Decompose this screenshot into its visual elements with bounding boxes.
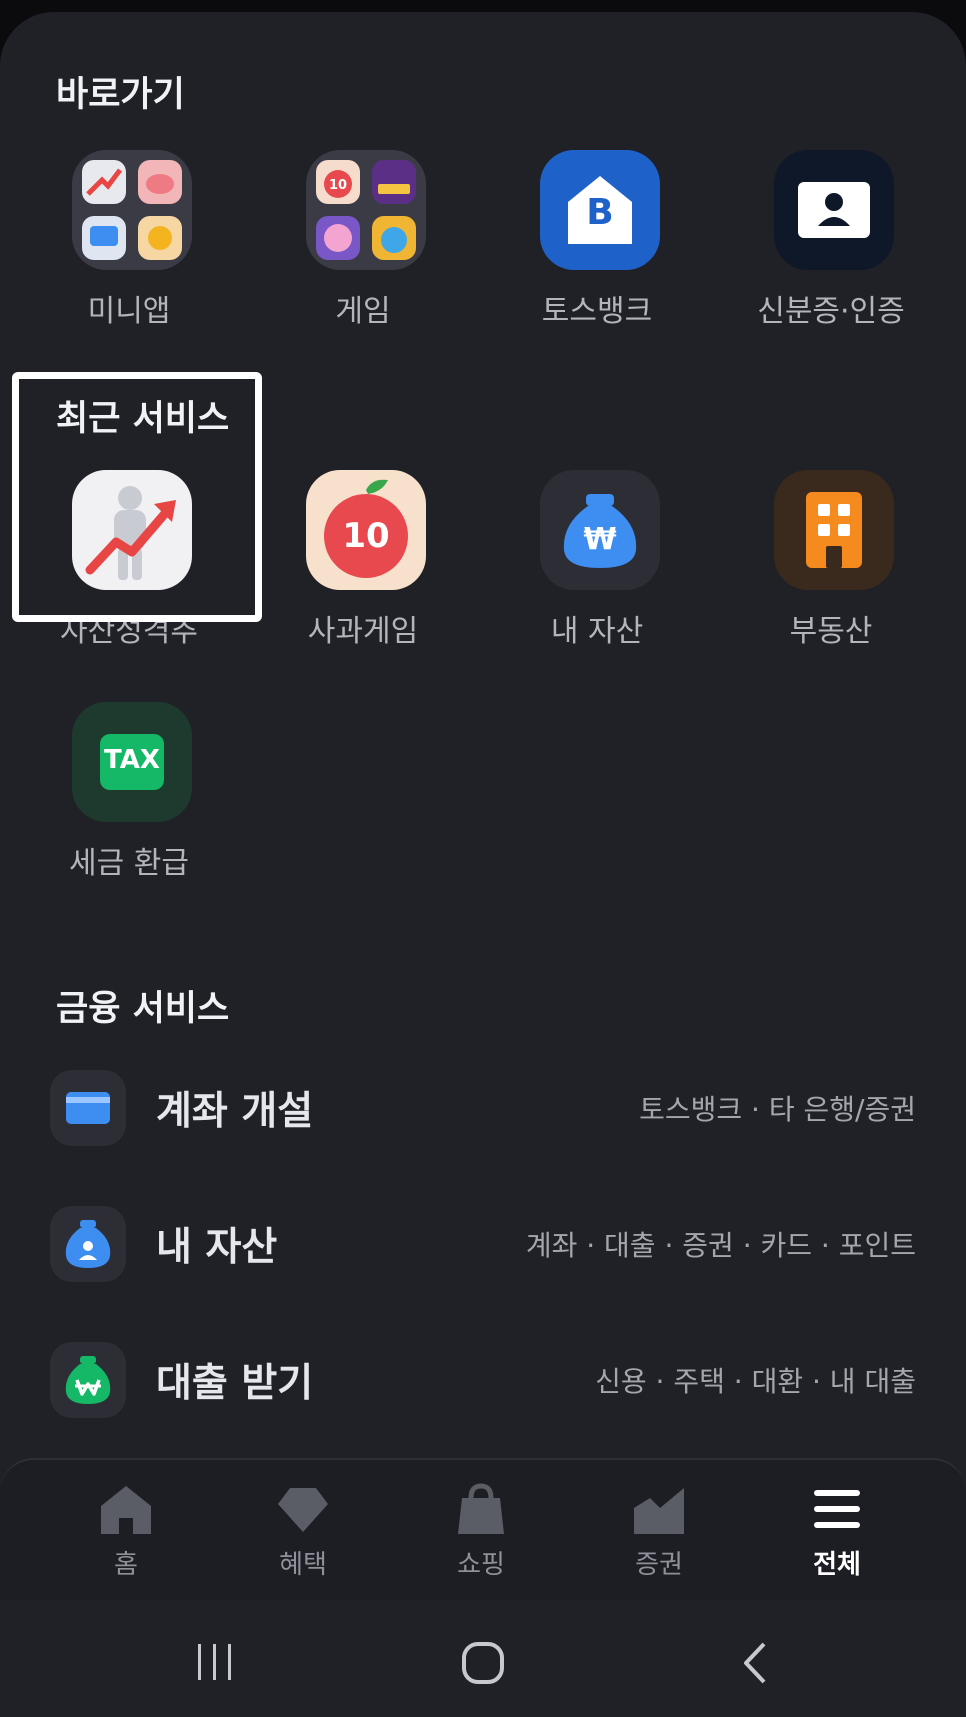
back-button[interactable] [736, 1638, 776, 1688]
recent-label: 사과게임 [307, 614, 419, 649]
selection-highlight [12, 372, 262, 622]
recent-label: 부동산 [789, 614, 873, 649]
game-folder-icon: 10 [306, 150, 426, 270]
id-card-icon [774, 150, 894, 270]
finance-item-account-opening[interactable]: 계좌 개설 토스뱅크 · 타 은행/증권 [0, 1062, 966, 1162]
svg-text:10: 10 [329, 178, 347, 193]
finance-item-my-assets[interactable]: 내 자산 계좌 · 대출 · 증권 · 카드 · 포인트 [0, 1198, 966, 1298]
shortcut-toss-bank[interactable]: B 토스뱅크 [480, 150, 714, 350]
finance-item-subtitle: 신용 · 주택 · 대환 · 내 대출 [595, 1365, 916, 1398]
home-button[interactable] [458, 1638, 508, 1688]
chart-icon [632, 1482, 686, 1536]
tab-label: 홈 [114, 1550, 138, 1580]
finance-item-loan[interactable]: 대출 받기 신용 · 주택 · 대환 · 내 대출 [0, 1334, 966, 1434]
finance-item-title: 계좌 개설 [156, 1089, 314, 1134]
bottom-tab-bar: 홈 혜택 쇼핑 증권 전체 [0, 1458, 966, 1600]
tab-label: 혜택 [279, 1550, 327, 1580]
shortcut-mini-app[interactable]: 미니앱 [12, 150, 246, 350]
mini-app-folder-icon [72, 150, 192, 270]
apple-game-badge: 10 [342, 516, 390, 556]
money-bag-badge: ₩ [583, 522, 617, 557]
recent-label: 내 자산 [550, 614, 644, 649]
recent-real-estate[interactable]: 부동산 [714, 470, 948, 670]
recent-label: 세금 환급 [69, 846, 189, 881]
recent-apps-button[interactable] [190, 1640, 240, 1684]
shortcut-label: 게임 [335, 294, 391, 329]
system-navigation-bar [0, 1600, 966, 1717]
finance-item-subtitle: 토스뱅크 · 타 은행/증권 [639, 1093, 916, 1126]
tab-home[interactable]: 홈 [66, 1482, 186, 1582]
finance-item-title: 대출 받기 [156, 1361, 314, 1406]
finance-title: 금융 서비스 [56, 989, 230, 1029]
recent-apple-game[interactable]: 10 사과게임 [246, 470, 480, 670]
tab-stocks[interactable]: 증권 [599, 1482, 719, 1582]
blue-money-bag-icon [50, 1206, 126, 1282]
shortcut-label: 신분증·인증 [757, 294, 905, 329]
tab-label: 증권 [635, 1550, 683, 1580]
finance-item-title: 내 자산 [156, 1225, 278, 1270]
home-icon [99, 1482, 153, 1536]
shortcut-label: 미니앱 [87, 294, 171, 329]
menu-icon [810, 1482, 864, 1536]
tab-shopping[interactable]: 쇼핑 [421, 1482, 541, 1582]
apple-game-icon: 10 [306, 470, 426, 590]
toss-bank-badge: B [586, 192, 614, 233]
tab-benefits[interactable]: 혜택 [243, 1482, 363, 1582]
tab-label: 전체 [813, 1550, 861, 1580]
shopping-bag-icon [454, 1482, 508, 1536]
shortcuts-title: 바로가기 [56, 75, 185, 115]
toss-bank-icon: B [540, 150, 660, 270]
building-icon [774, 470, 894, 590]
finance-item-subtitle: 계좌 · 대출 · 증권 · 카드 · 포인트 [525, 1229, 916, 1262]
gem-icon [276, 1482, 330, 1536]
shortcut-label: 토스뱅크 [541, 294, 653, 329]
tab-label: 쇼핑 [457, 1550, 505, 1580]
money-bag-icon: ₩ [540, 470, 660, 590]
tax-icon: TAX [72, 702, 192, 822]
shortcut-game[interactable]: 10 게임 [246, 150, 480, 350]
recent-my-assets[interactable]: ₩ 내 자산 [480, 470, 714, 670]
shortcut-id-card[interactable]: 신분증·인증 [714, 150, 948, 350]
bank-card-icon [50, 1070, 126, 1146]
tab-all[interactable]: 전체 [777, 1482, 897, 1582]
tax-badge: TAX [104, 745, 160, 775]
green-money-bag-icon [50, 1342, 126, 1418]
recent-tax-refund[interactable]: TAX 세금 환급 [12, 702, 246, 902]
